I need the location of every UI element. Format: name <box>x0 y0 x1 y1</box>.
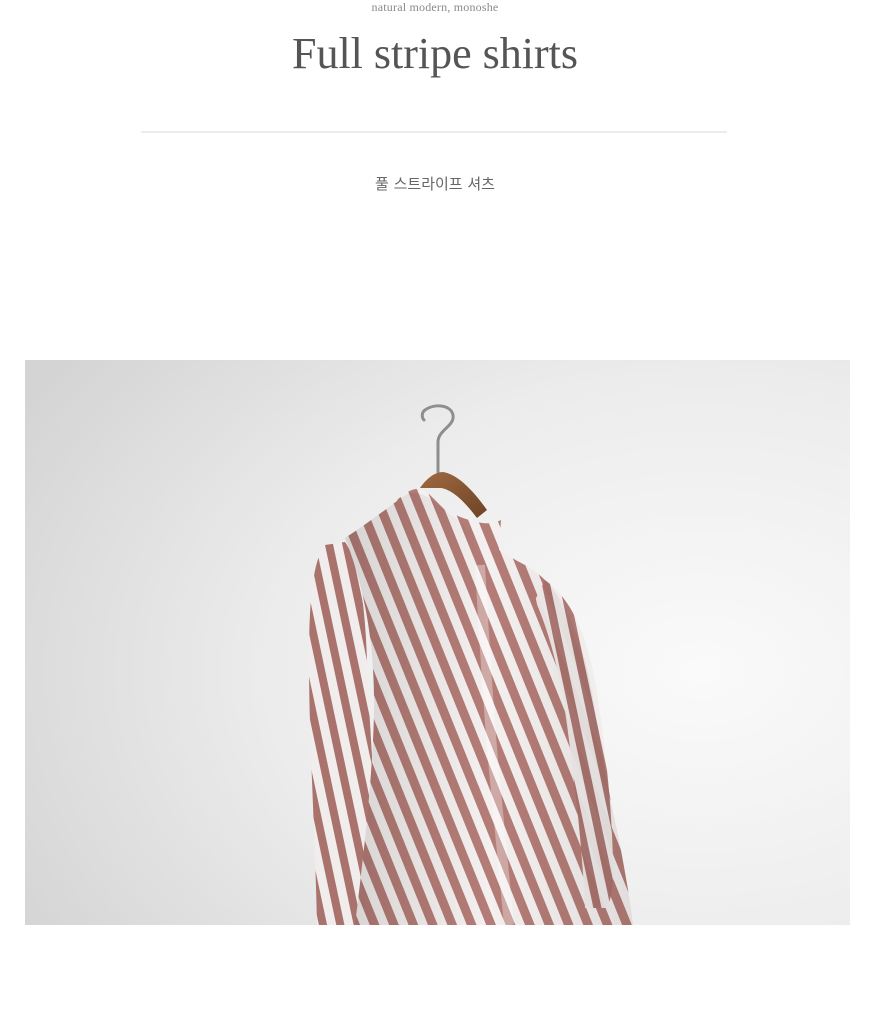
shirt-on-hanger-illustration <box>25 360 850 925</box>
title-divider <box>141 131 727 133</box>
page-title: Full stripe shirts <box>291 29 579 78</box>
product-photo <box>25 360 850 925</box>
brand-tagline: natural modern, monoshe <box>371 0 499 14</box>
product-subtitle: 풀 스트라이프 셔츠 <box>375 175 495 193</box>
